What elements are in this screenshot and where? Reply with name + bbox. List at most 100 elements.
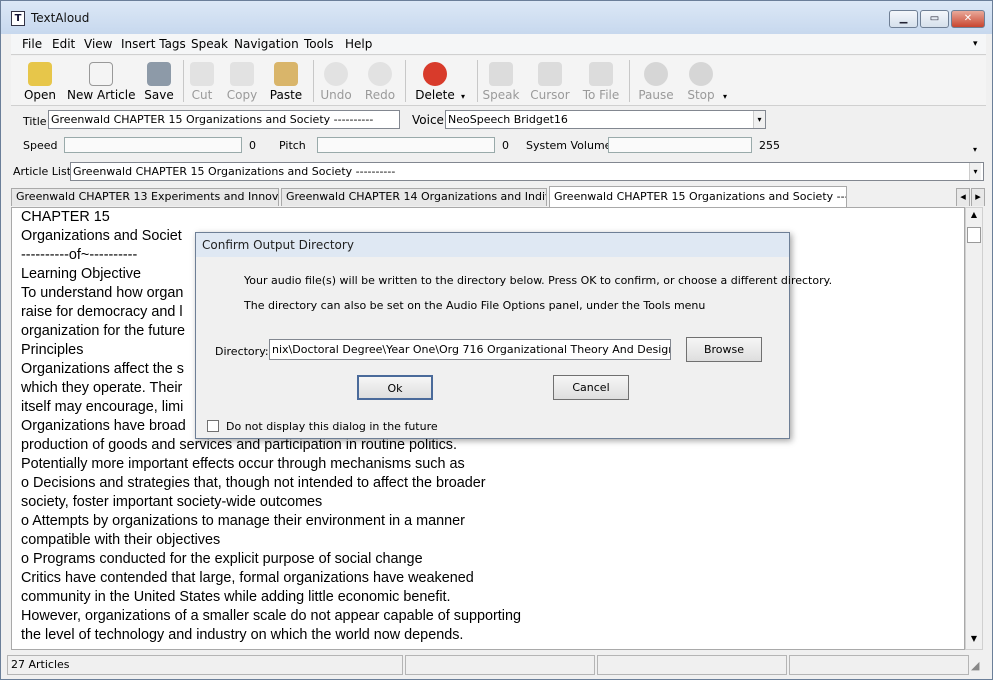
menu-tools[interactable]: Tools [304, 37, 334, 51]
document-line: To understand how organ [21, 285, 184, 301]
tab-chapter-14[interactable]: Greenwald CHAPTER 14 Organizations and I… [281, 188, 547, 206]
cut-button[interactable]: Cut [187, 58, 217, 104]
title-field[interactable]: Greenwald CHAPTER 15 Organizations and S… [48, 110, 400, 129]
document-line: o Decisions and strategies that, though … [21, 475, 486, 491]
article-list-bar: Article List: Greenwald CHAPTER 15 Organ… [11, 161, 986, 183]
document-line: Principles [21, 342, 84, 358]
menu-overflow-icon[interactable]: ▾ [973, 39, 978, 49]
resize-grip-icon[interactable]: ◢ [971, 659, 979, 672]
menu-edit[interactable]: Edit [52, 37, 75, 51]
confirm-output-directory-dialog: Confirm Output Directory Your audio file… [195, 232, 832, 439]
delete-button[interactable]: Delete [411, 58, 459, 104]
tab-scroll-left-icon[interactable]: ◂ [956, 188, 970, 206]
delete-icon [423, 62, 447, 86]
pause-button[interactable]: Pause [635, 58, 677, 104]
stop-icon [689, 62, 713, 86]
stop-button[interactable]: Stop [683, 58, 719, 104]
article-count: 27 Articles [7, 655, 403, 675]
cursor-button[interactable]: Cursor [529, 58, 571, 104]
document-line: o Attempts by organizations to manage th… [21, 513, 465, 529]
menu-view[interactable]: View [84, 37, 112, 51]
paste-button[interactable]: Paste [267, 58, 305, 104]
menu-speak[interactable]: Speak [191, 37, 228, 51]
clipboard-icon [274, 62, 298, 86]
tab-chapter-13[interactable]: Greenwald CHAPTER 13 Experiments and Inn… [11, 188, 279, 206]
document-line: the level of technology and industry on … [21, 627, 464, 643]
document-line: However, organizations of a smaller scal… [21, 608, 521, 624]
scroll-up-icon[interactable]: ▲ [967, 210, 981, 224]
document-line: Organizations affect the s [21, 361, 184, 377]
ok-button[interactable]: Ok [357, 375, 433, 400]
copy-button[interactable]: Copy [225, 58, 259, 104]
voice-label: Voice [412, 113, 444, 127]
scroll-thumb[interactable] [967, 227, 981, 243]
cursor-icon [538, 62, 562, 86]
window-title: TextAloud [31, 11, 90, 25]
voice-dropdown-icon[interactable]: ▾ [753, 111, 765, 128]
article-tabs: Greenwald CHAPTER 13 Experiments and Inn… [11, 186, 986, 207]
pitch-label: Pitch [279, 139, 306, 152]
panel-overflow-icon[interactable]: ▾ [973, 145, 977, 154]
cancel-button[interactable]: Cancel [553, 375, 629, 400]
pitch-slider[interactable] [317, 137, 495, 153]
redo-icon [368, 62, 392, 86]
document-line: production of goods and services and par… [21, 437, 457, 453]
speak-button[interactable]: Speak [481, 58, 521, 104]
document-line: Organizations have broad [21, 418, 186, 434]
close-button[interactable]: ✕ [951, 10, 985, 28]
document-line: organization for the future [21, 323, 185, 339]
document-line: which they operate. Their [21, 380, 183, 396]
dialog-title: Confirm Output Directory [196, 233, 789, 257]
do-not-display-checkbox[interactable] [207, 420, 219, 432]
system-volume-slider[interactable] [608, 137, 752, 153]
status-cell-2 [405, 655, 595, 675]
document-line: raise for democracy and l [21, 304, 183, 320]
voice-select[interactable]: NeoSpeech Bridget16 [445, 110, 766, 129]
undo-button[interactable]: Undo [317, 58, 355, 104]
new-article-button[interactable]: New Article [67, 58, 135, 104]
status-bar: 27 Articles ◢ [7, 655, 987, 676]
document-line: community in the United States while add… [21, 589, 451, 605]
speed-value: 0 [249, 139, 256, 152]
document-line: Learning Objective [21, 266, 141, 282]
menu-navigation[interactable]: Navigation [234, 37, 299, 51]
undo-icon [324, 62, 348, 86]
scroll-down-icon[interactable]: ▼ [967, 634, 981, 648]
maximize-button[interactable]: ▭ [920, 10, 949, 28]
textaloud-app-icon: T [11, 11, 25, 26]
minimize-button[interactable]: ▁ [889, 10, 918, 28]
tab-chapter-15[interactable]: Greenwald CHAPTER 15 Organizations and S… [549, 186, 847, 207]
document-line: society, foster important society-wide o… [21, 494, 323, 510]
main-window: T TextAloud ▁ ▭ ✕ File Edit View Insert … [0, 0, 993, 680]
save-button[interactable]: Save [141, 58, 177, 104]
tab-scroll-right-icon[interactable]: ▸ [971, 188, 985, 206]
save-disk-icon [147, 62, 171, 86]
article-list-dropdown-icon[interactable]: ▾ [969, 163, 981, 180]
properties-panel: Title Greenwald CHAPTER 15 Organizations… [11, 107, 986, 159]
open-button[interactable]: Open [17, 58, 63, 104]
copy-icon [230, 62, 254, 86]
article-list-select[interactable]: Greenwald CHAPTER 15 Organizations and S… [70, 162, 984, 181]
status-cell-3 [597, 655, 787, 675]
speed-slider[interactable] [64, 137, 242, 153]
document-line: CHAPTER 15 [21, 209, 110, 225]
document-line: compatible with their objectives [21, 532, 221, 548]
directory-input[interactable]: nix\Doctoral Degree\Year One\Org 716 Org… [269, 339, 671, 360]
pause-icon [644, 62, 668, 86]
document-line: ----------of~---------- [21, 247, 138, 263]
dialog-message-line2: The directory can also be set on the Aud… [244, 299, 706, 312]
folder-icon [28, 62, 52, 86]
status-cell-4 [789, 655, 969, 675]
menu-file[interactable]: File [22, 37, 42, 51]
document-line: Organizations and Societ [21, 228, 182, 244]
to-file-icon [589, 62, 613, 86]
redo-button[interactable]: Redo [361, 58, 399, 104]
to-file-button[interactable]: To File [579, 58, 623, 104]
browse-button[interactable]: Browse [686, 337, 762, 362]
scissors-icon [190, 62, 214, 86]
system-volume-value: 255 [759, 139, 780, 152]
vertical-scrollbar[interactable]: ▲ ▼ [965, 207, 983, 650]
menu-help[interactable]: Help [345, 37, 372, 51]
menu-insert-tags[interactable]: Insert Tags [121, 37, 186, 51]
menu-bar: File Edit View Insert Tags Speak Navigat… [11, 34, 986, 55]
